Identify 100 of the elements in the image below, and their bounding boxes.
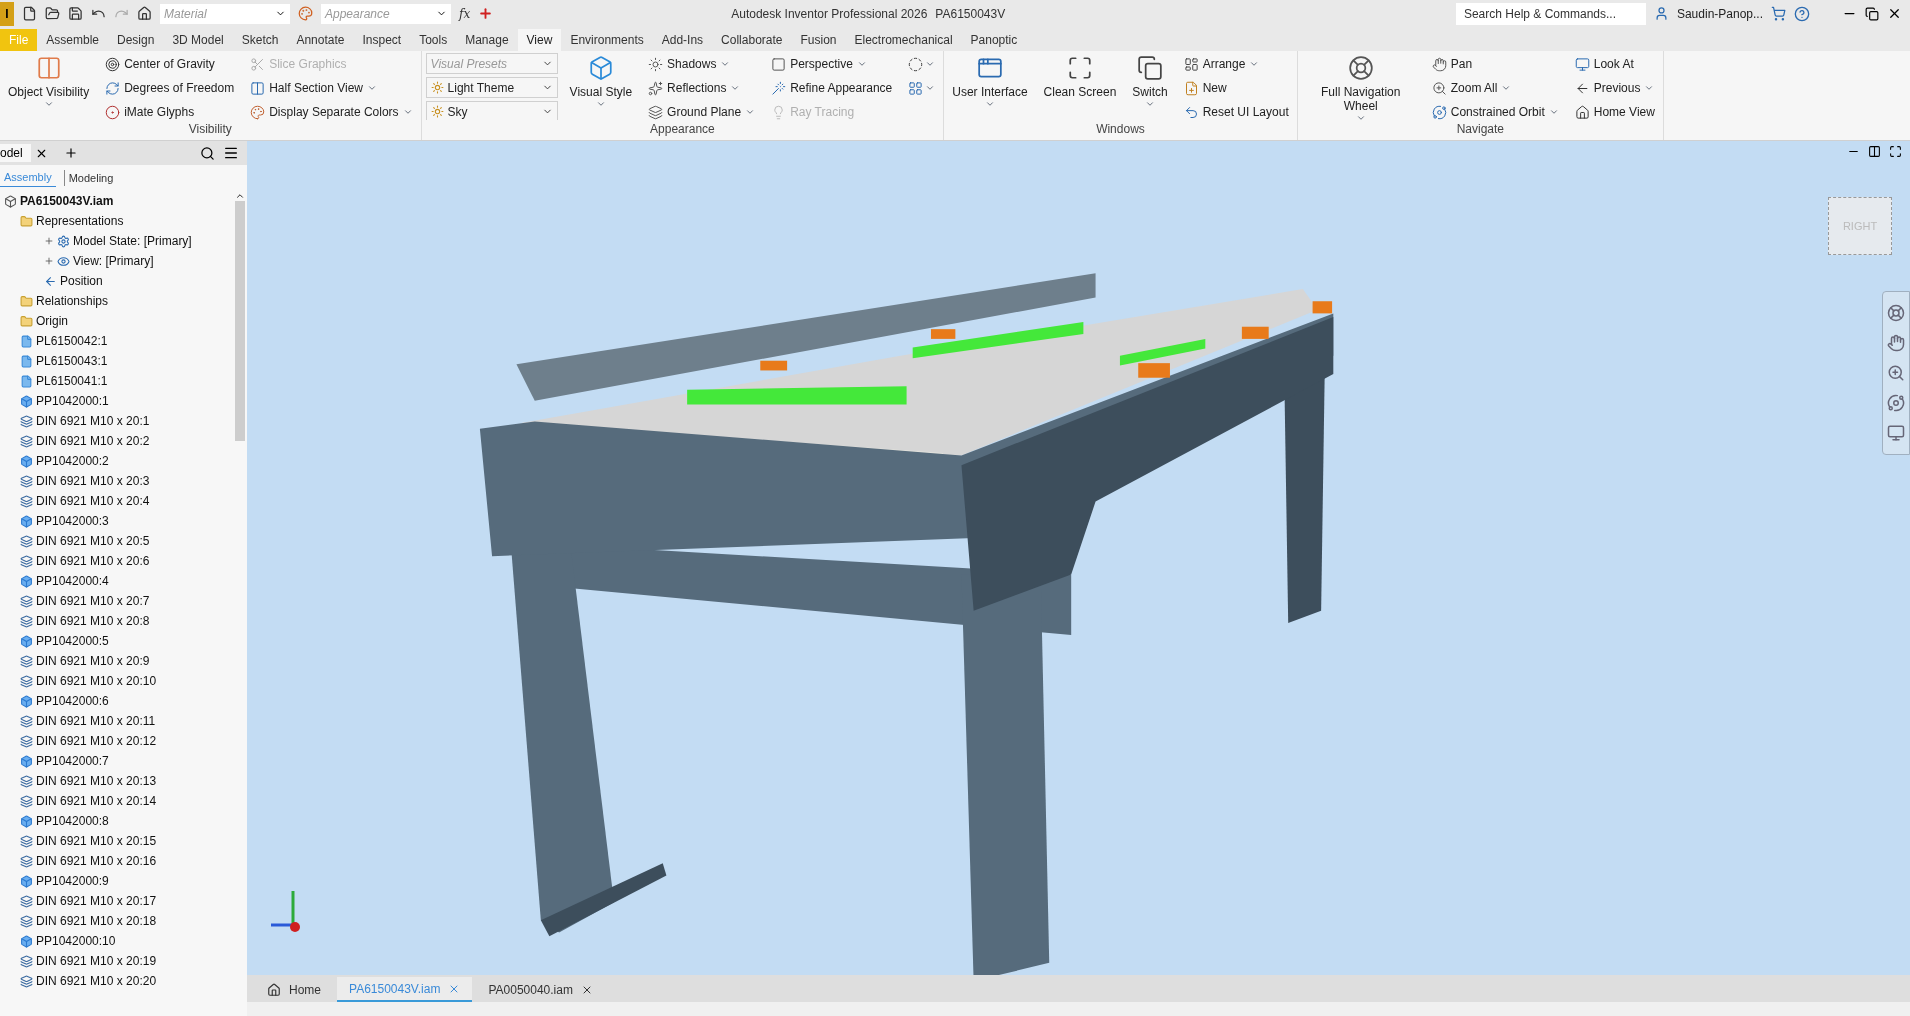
orbit-icon[interactable] xyxy=(1887,394,1905,412)
ribbon-button[interactable]: iMate Glyphs xyxy=(101,101,239,120)
ribbon-large-button[interactable]: Visual Style xyxy=(565,51,637,109)
tree-item[interactable]: PL6150041:1 xyxy=(4,371,233,391)
tree-item[interactable]: PP1042000:6 xyxy=(4,691,233,711)
ribbon-button[interactable]: Arrange xyxy=(1179,53,1293,75)
ribbon-button[interactable]: Look At xyxy=(1570,53,1659,75)
ribbon-tab[interactable]: Electromechanical xyxy=(845,29,962,51)
formula-button[interactable]: fx xyxy=(459,4,471,23)
ribbon-large-button[interactable]: Clean Screen xyxy=(1039,51,1121,99)
menu-icon[interactable] xyxy=(223,145,239,161)
tree-item[interactable]: DIN 6921 M10 x 20:9 xyxy=(4,651,233,671)
ribbon-button[interactable]: Pan xyxy=(1427,53,1563,75)
expand-plus-icon[interactable] xyxy=(44,236,54,246)
user-name[interactable]: Saudin-Panop... xyxy=(1676,4,1763,23)
ribbon-tab[interactable]: Sketch xyxy=(232,29,288,51)
maximize-icon[interactable] xyxy=(1889,145,1902,158)
tree-item[interactable]: DIN 6921 M10 x 20:1 xyxy=(4,411,233,431)
ribbon-tab[interactable]: View xyxy=(517,29,562,51)
ribbon-large-button[interactable]: Object Visibility xyxy=(4,51,94,109)
tree-item[interactable]: DIN 6921 M10 x 20:2 xyxy=(4,431,233,451)
tree-item[interactable]: Representations xyxy=(4,211,233,231)
ribbon-large-button[interactable]: Switch xyxy=(1128,51,1172,109)
ribbon-tab[interactable]: Environments xyxy=(561,29,653,51)
tree-item[interactable]: DIN 6921 M10 x 20:15 xyxy=(4,831,233,851)
tree-item[interactable]: PP1042000:3 xyxy=(4,511,233,531)
monitor-icon[interactable] xyxy=(1887,424,1905,442)
tree-item[interactable]: Origin xyxy=(4,311,233,331)
tree-item[interactable]: DIN 6921 M10 x 20:16 xyxy=(4,851,233,871)
tree-item[interactable]: DIN 6921 M10 x 20:4 xyxy=(4,491,233,511)
plus-icon[interactable] xyxy=(478,6,494,21)
tree-item[interactable]: DIN 6921 M10 x 20:18 xyxy=(4,911,233,931)
tree-item[interactable]: PP1042000:8 xyxy=(4,811,233,831)
ribbon-tab[interactable]: Tools xyxy=(410,29,457,51)
home-icon[interactable] xyxy=(137,6,152,21)
tree-item[interactable]: DIN 6921 M10 x 20:6 xyxy=(4,551,233,571)
tree-item[interactable]: DIN 6921 M10 x 20:20 xyxy=(4,971,233,991)
restore-icon[interactable] xyxy=(1865,6,1879,21)
expand-plus-icon[interactable] xyxy=(44,256,54,266)
tree-item[interactable]: PP1042000:2 xyxy=(4,451,233,471)
ribbon-button[interactable]: Shadows xyxy=(644,53,760,75)
tree-item[interactable]: DIN 6921 M10 x 20:12 xyxy=(4,731,233,751)
tree-item[interactable]: DIN 6921 M10 x 20:11 xyxy=(4,711,233,731)
ribbon-button[interactable]: New xyxy=(1179,77,1293,99)
search-field[interactable]: Search Help & Commands... xyxy=(1455,2,1646,25)
tree-item[interactable]: Relationships xyxy=(4,291,233,311)
browser-tab[interactable]: odel xyxy=(0,144,31,162)
help-icon[interactable] xyxy=(1794,5,1810,22)
ribbon-tab[interactable]: Collaborate xyxy=(712,29,792,51)
tree-item[interactable]: View: [Primary] xyxy=(4,251,233,271)
ribbon-tab[interactable]: Fusion xyxy=(791,29,846,51)
navigation-bar[interactable] xyxy=(1882,291,1910,455)
ribbon-large-button[interactable]: User Interface xyxy=(948,51,1032,109)
tree-item[interactable]: DIN 6921 M10 x 20:13 xyxy=(4,771,233,791)
ribbon-button[interactable]: Degrees of Freedom xyxy=(101,77,239,99)
zoom-icon[interactable] xyxy=(1887,364,1905,382)
tree-item[interactable]: DIN 6921 M10 x 20:14 xyxy=(4,791,233,811)
tree-item[interactable]: PP1042000:10 xyxy=(4,931,233,951)
tree-item[interactable]: DIN 6921 M10 x 20:10 xyxy=(4,671,233,691)
cart-icon[interactable] xyxy=(1771,6,1786,21)
dropdown-field[interactable]: Sky xyxy=(425,101,558,120)
ribbon-button[interactable]: Refine Appearance xyxy=(767,77,897,99)
ribbon-button[interactable]: Constrained Orbit xyxy=(1427,101,1563,120)
tree-item[interactable]: PL6150043:1 xyxy=(4,351,233,371)
browser-mode-tab[interactable]: Modeling xyxy=(63,169,118,187)
tree-item[interactable]: DIN 6921 M10 x 20:17 xyxy=(4,891,233,911)
document-tab[interactable]: PA0050040.iam xyxy=(476,977,605,1002)
tree-item[interactable]: Model State: [Primary] xyxy=(4,231,233,251)
document-tab[interactable]: Home xyxy=(255,977,333,1002)
tree-item[interactable]: DIN 6921 M10 x 20:3 xyxy=(4,471,233,491)
hand-icon[interactable] xyxy=(1887,334,1905,352)
ribbon-tab[interactable]: Annotate xyxy=(287,29,354,51)
ribbon-tab[interactable]: Panoptic xyxy=(961,29,1027,51)
tree-item[interactable]: PP1042000:7 xyxy=(4,751,233,771)
tree-item[interactable]: DIN 6921 M10 x 20:8 xyxy=(4,611,233,631)
tree-item[interactable]: PP1042000:5 xyxy=(4,631,233,651)
ribbon-tab[interactable]: Manage xyxy=(456,29,518,51)
scrollbar-thumb[interactable] xyxy=(235,201,245,441)
tree-item[interactable]: DIN 6921 M10 x 20:5 xyxy=(4,531,233,551)
save-icon[interactable] xyxy=(68,6,83,21)
ribbon-button[interactable]: Reset UI Layout xyxy=(1179,101,1293,120)
tree-item[interactable]: PP1042000:4 xyxy=(4,571,233,591)
ribbon-button[interactable]: Center of Gravity xyxy=(101,53,239,75)
ribbon-tab[interactable]: 3D Model xyxy=(163,29,233,51)
tree-item[interactable]: PA6150043V.iam xyxy=(4,191,233,211)
scroll-up-icon[interactable] xyxy=(235,191,245,201)
ribbon-tab[interactable]: Assemble xyxy=(37,29,109,51)
ribbon-button[interactable]: Perspective xyxy=(767,53,897,75)
browser-mode-tab[interactable]: Assembly xyxy=(0,169,56,187)
ribbon-button[interactable]: Previous xyxy=(1570,77,1659,99)
wheel-icon[interactable] xyxy=(1887,304,1905,322)
close-icon[interactable] xyxy=(1887,6,1902,21)
add-tab-icon[interactable] xyxy=(63,146,78,160)
tree-item[interactable]: PP1042000:1 xyxy=(4,391,233,411)
ribbon-button[interactable]: Ground Plane xyxy=(644,101,760,120)
new-file-icon[interactable] xyxy=(22,6,37,21)
search-icon[interactable] xyxy=(200,145,215,161)
ribbon-tab[interactable]: Inspect xyxy=(353,29,411,51)
ribbon-large-button[interactable]: Full Navigation Wheel xyxy=(1301,51,1420,120)
tree-item[interactable]: Position xyxy=(4,271,233,291)
